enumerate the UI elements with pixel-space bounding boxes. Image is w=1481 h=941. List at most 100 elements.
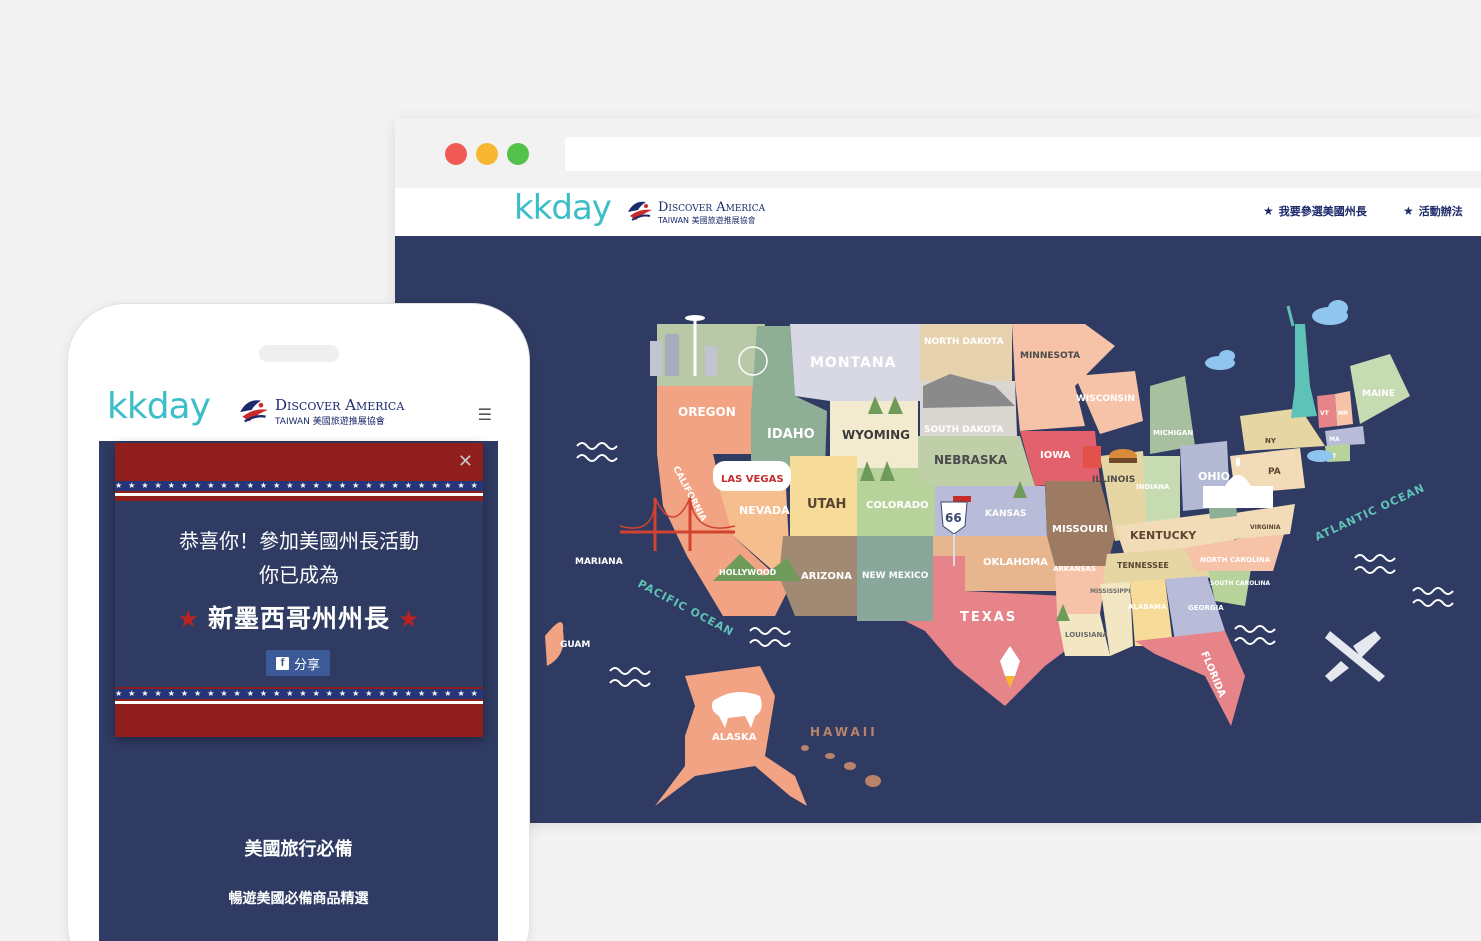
label-vt: VT [1320,410,1330,417]
label-atlantic-ocean: ATLANTIC OCEAN [1313,481,1427,544]
close-window-dot[interactable] [445,143,467,165]
discover-america-subtitle: TAIWAN 美國旅遊推展協會 [658,216,756,225]
state-florida[interactable] [1135,631,1245,726]
star-band: ★★★★★★★★★★★★★★★★★★★★★★★★★★★★★ [115,689,483,699]
congrats-line-2: 你已成為 [259,563,339,587]
label-ma: MA [1329,436,1340,443]
hawaii-islands [801,745,881,787]
statue-of-liberty-icon [1286,305,1317,418]
governor-title-text: 新墨西哥州州長 [207,604,390,633]
nav-run-for-governor[interactable]: ★ 我要參選美國州長 [1263,203,1367,219]
svg-text:☆: ☆ [435,264,448,280]
hamburger-menu-icon[interactable]: ☰ [478,405,492,424]
discover-america-title: Discover America [275,396,405,414]
kkday-logo[interactable]: kkday [514,188,612,228]
congrats-modal: ★★★★★★★★★★★★★★★★★★★★★★★★★★★★★ ✕ 恭喜你！參加美國… [115,443,483,737]
star-icon: ★ [398,605,421,633]
discover-america-logo[interactable]: Discover America TAIWAN 美國旅遊推展協會 [237,395,404,427]
label-virginia: VIRGINIA [1250,524,1281,531]
section-title: 美國旅行必備 [244,839,353,860]
section-subtitle: 暢遊美國必備商品精選 [228,891,369,907]
state-utah[interactable] [790,456,857,536]
label-mariana: MARIANA [575,557,623,567]
label-maine: MAINE [1362,389,1395,399]
kkday-logo[interactable]: kkday [107,387,211,427]
label-tennessee: TENNESSEE [1117,561,1169,570]
label-mississippi: MISSISSIPPI [1090,588,1130,595]
state-michigan[interactable] [1150,376,1195,454]
label-texas: TEXAS [960,610,1017,625]
us-map-canvas[interactable]: ☆☆ ☆☆ ☆☆ ☆☆ OREGON CALIFORNIA IDAHO NEVA… [395,236,1481,823]
label-hawaii: HAWAII [810,725,878,739]
label-kentucky: KENTUCKY [1130,529,1197,542]
mobile-header: kkday Discover America TAIWAN 美國旅遊推展協會 ☰ [99,387,498,441]
label-south-dakota: SOUTH DAKOTA [924,425,1003,435]
state-alabama[interactable] [1130,579,1173,646]
label-kansas: KANSAS [985,509,1026,519]
label-louisiana: LOUISIANA [1065,631,1108,639]
eagle-flag-icon [628,201,652,221]
browser-chrome [395,118,1481,188]
label-nevada: NEVADA [739,504,790,517]
label-nh: NH [1338,410,1348,417]
label-north-dakota: NORTH DAKOTA [924,337,1004,347]
label-idaho: IDAHO [767,427,815,442]
facebook-icon: f [275,656,289,670]
label-georgia: GEORGIA [1188,604,1224,612]
minimize-window-dot[interactable] [476,143,498,165]
discover-america-subtitle: TAIWAN 美國旅遊推展協會 [275,417,385,427]
svg-text:☆: ☆ [1395,304,1408,320]
label-minnesota: MINNESOTA [1020,351,1080,361]
label-wyoming: WYOMING [842,428,910,442]
star-band: ★★★★★★★★★★★★★★★★★★★★★★★★★★★★★ [115,481,483,491]
label-alaska: ALASKA [712,732,757,743]
label-missouri: MISSOURI [1052,524,1108,535]
address-bar[interactable] [565,137,1481,171]
label-colorado: COLORADO [866,500,929,511]
discover-america-title: Discover America [658,200,766,215]
nav-label: 活動辦法 [1418,205,1463,218]
bottom-ribbon: ★★★★★★★★★★★★★★★★★★★★★★★★★★★★★ [115,687,483,737]
label-pa: PA [1268,467,1281,477]
maximize-window-dot[interactable] [507,143,529,165]
governor-title: ★ 新墨西哥州州長 ★ [115,599,483,635]
svg-text:☆: ☆ [1295,264,1308,280]
label-montana: MONTANA [810,355,896,371]
svg-text:LAS VEGAS: LAS VEGAS [721,474,784,485]
star-icon: ★ [1263,204,1274,218]
phone-speaker [259,345,339,362]
svg-text:☆: ☆ [1375,784,1388,800]
label-north-carolina: NORTH CAROLINA [1200,556,1271,564]
desktop-browser-window: kkday Discover America TAIWAN 美國旅遊推展協會 ★… [395,118,1481,823]
label-alabama: ALABAMA [1128,603,1167,611]
svg-text:66: 66 [945,511,962,525]
close-icon[interactable]: ✕ [458,451,473,472]
star-icon: ★ [1403,204,1414,218]
eagle-flag-icon [240,400,268,423]
state-oregon[interactable] [657,386,757,454]
mobile-screen: kkday Discover America TAIWAN 美國旅遊推展協會 ☰… [99,387,498,941]
las-vegas-sign-icon: LAS VEGAS [713,461,791,491]
us-map: ☆☆ ☆☆ ☆☆ ☆☆ OREGON CALIFORNIA IDAHO NEVA… [425,264,1454,806]
nav-event-rules[interactable]: ★ 活動辦法 [1403,203,1463,219]
discover-america-logo[interactable]: Discover America TAIWAN 美國旅遊推展協會 [626,196,765,226]
congrats-line-1: 恭喜你！參加美國州長活動 [179,529,419,553]
state-north-dakota[interactable] [920,324,1012,381]
share-label: 分享 [293,656,320,672]
label-wisconsin: WISCONSIN [1076,394,1135,404]
label-ohio: OHIO [1198,470,1230,483]
airplane-icon [1325,631,1385,682]
label-utah: UTAH [807,497,846,512]
state-new-hampshire[interactable] [1335,391,1353,426]
label-guam: GUAM [560,640,590,650]
label-illinois: ILLINOIS [1092,475,1135,485]
label-michigan: MICHIGAN [1153,429,1193,437]
label-oklahoma: OKLAHOMA [983,557,1048,568]
label-arizona: ARIZONA [801,571,852,582]
top-ribbon: ★★★★★★★★★★★★★★★★★★★★★★★★★★★★★ [115,443,483,501]
svg-text:☆: ☆ [535,294,548,310]
label-new-mexico: NEW MEXICO [862,571,929,581]
facebook-share-button[interactable]: f 分享 [266,650,330,676]
label-oregon: OREGON [678,405,736,419]
label-nebraska: NEBRASKA [934,453,1008,467]
